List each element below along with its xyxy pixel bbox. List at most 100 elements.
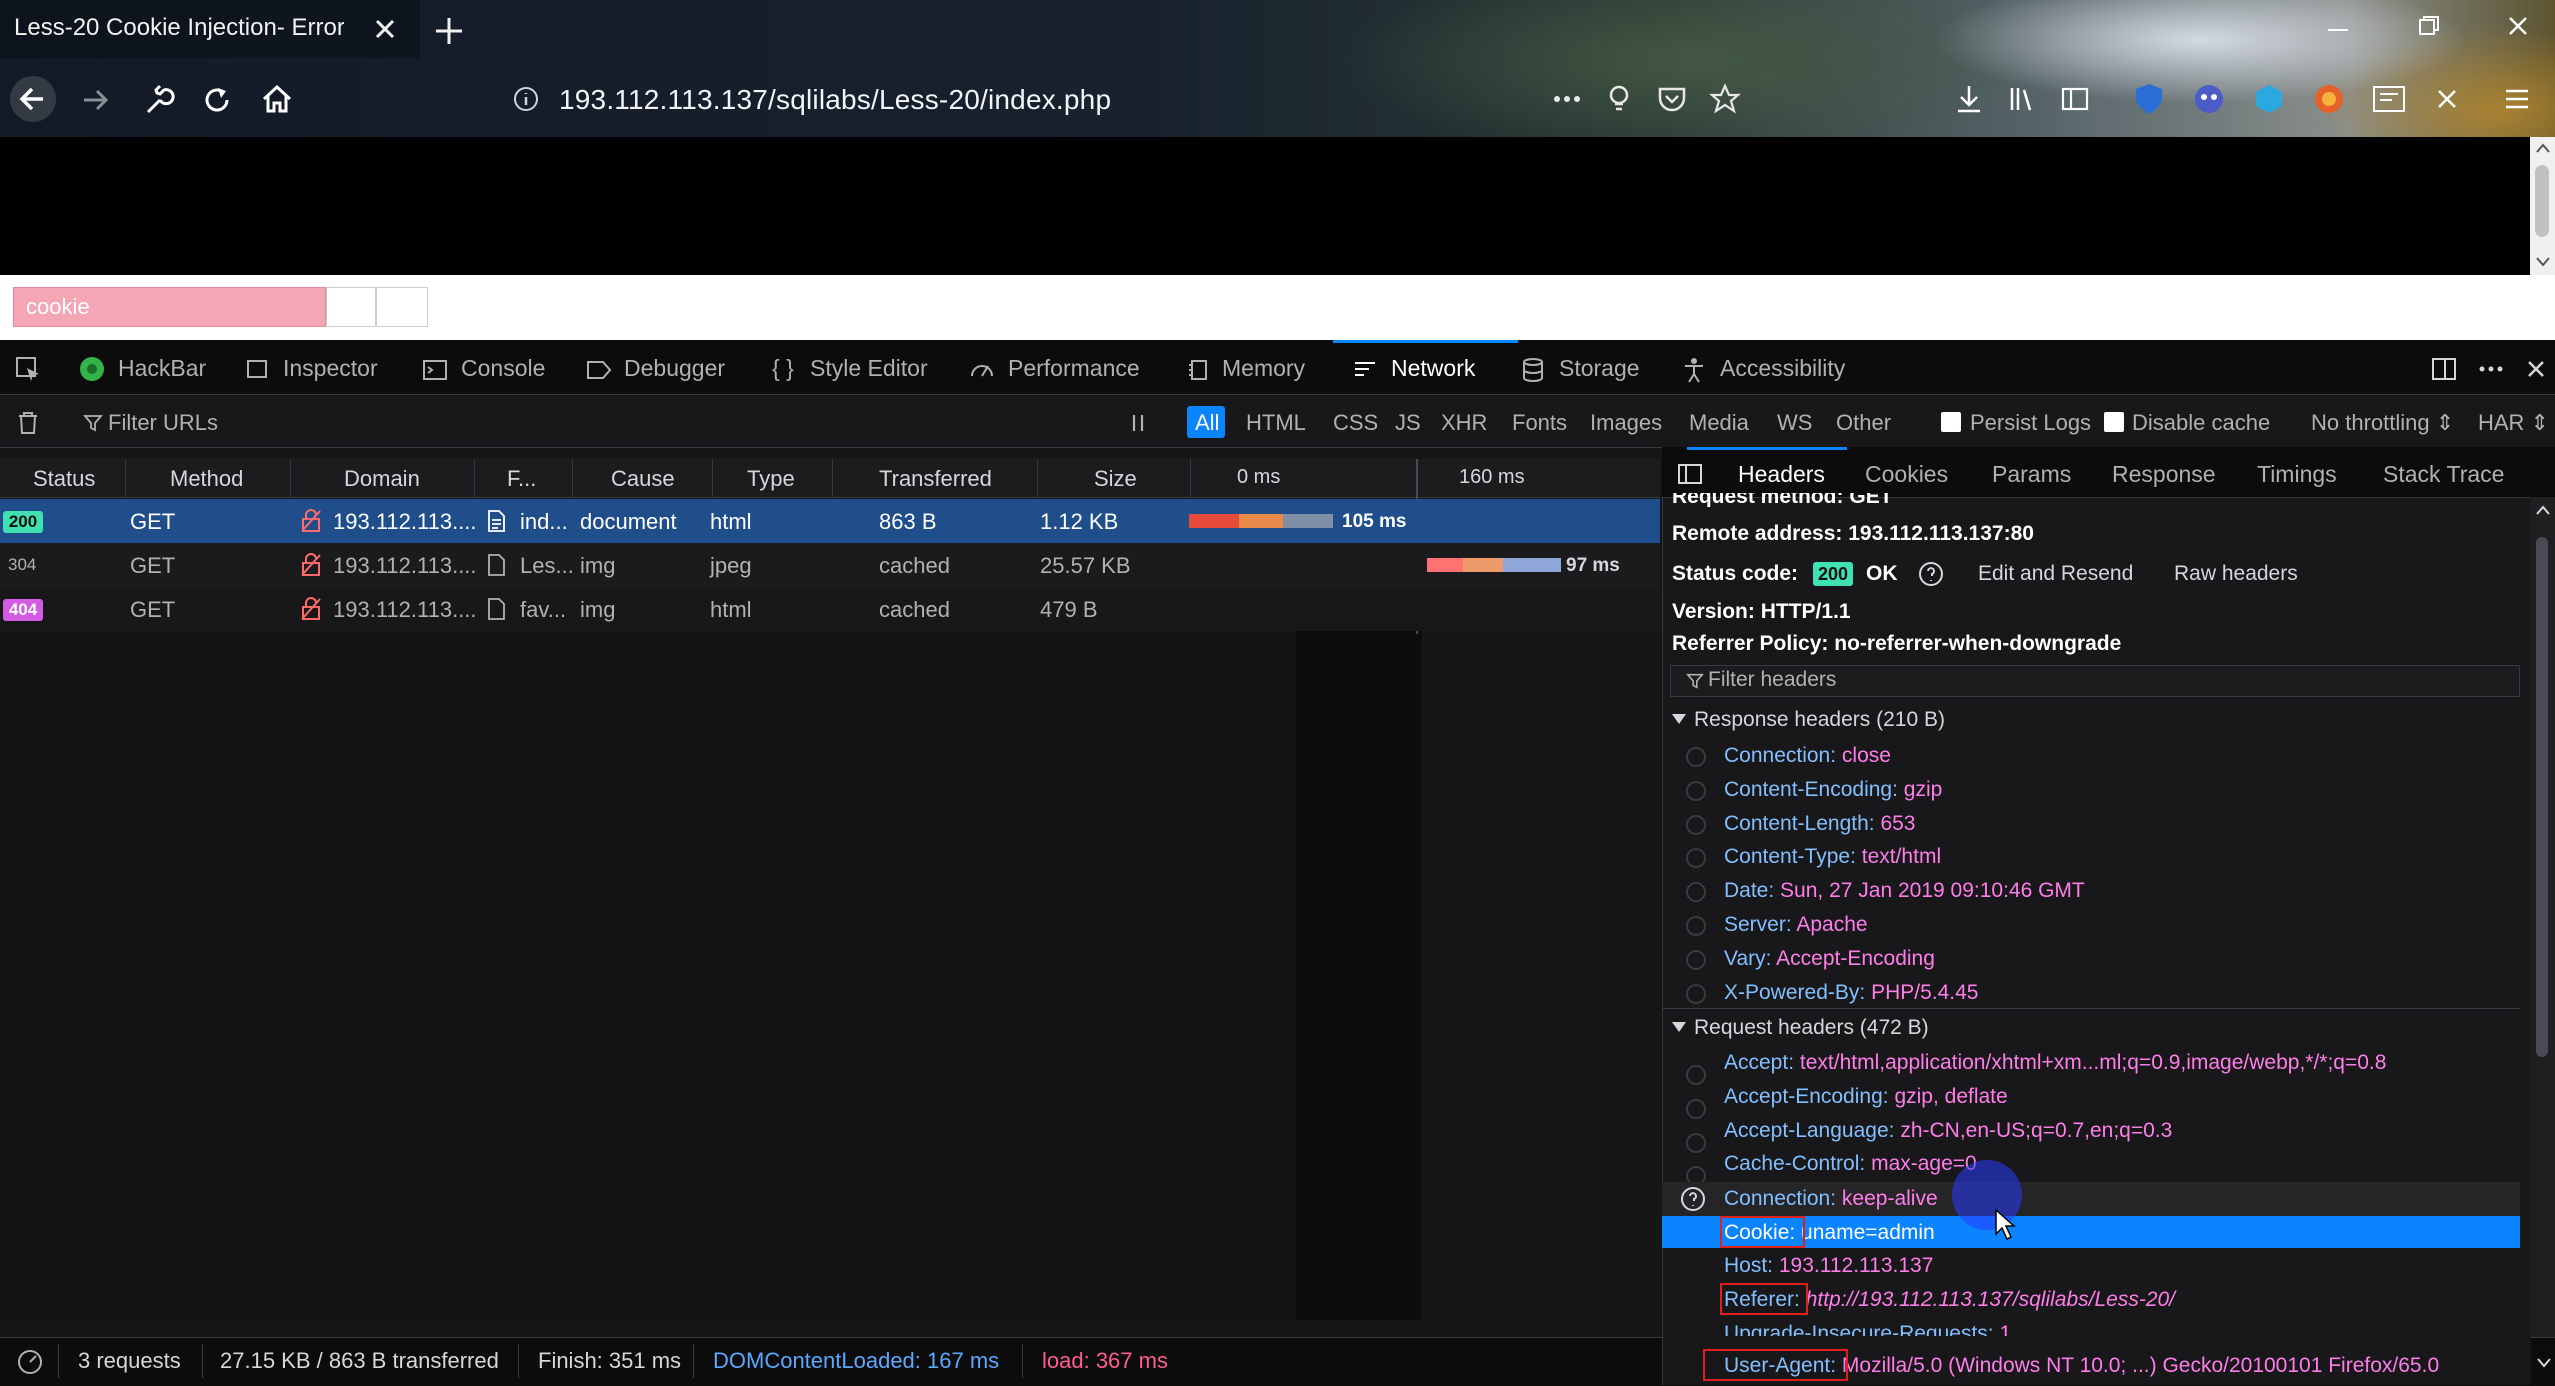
scroll-down-icon[interactable] — [2536, 1356, 2552, 1370]
tab-memory[interactable]: Memory — [1222, 355, 1305, 382]
hackbar-button[interactable] — [376, 287, 428, 327]
info-icon[interactable] — [1686, 1099, 1706, 1119]
close-devtools-icon[interactable] — [2522, 355, 2550, 383]
response-headers-title[interactable]: Response headers (210 B) — [1694, 708, 1945, 732]
back-button[interactable] — [8, 74, 58, 124]
reload-icon[interactable] — [199, 82, 235, 118]
col-transferred[interactable]: Transferred — [879, 466, 992, 492]
collapse-triangle-icon[interactable] — [1671, 1020, 1687, 1034]
dock-icon[interactable] — [2430, 355, 2458, 383]
page-scrollbar[interactable] — [2530, 137, 2555, 275]
tab-performance[interactable]: Performance — [1008, 355, 1140, 382]
lightbulb-icon[interactable] — [1602, 82, 1636, 116]
filter-css[interactable]: CSS — [1333, 410, 1378, 436]
tab-accessibility[interactable]: Accessibility — [1720, 355, 1845, 382]
col-domain[interactable]: Domain — [344, 466, 420, 492]
performance-analysis-icon[interactable] — [16, 1348, 44, 1376]
info-icon[interactable] — [1686, 882, 1706, 902]
browser-tab[interactable]: Less-20 Cookie Injection- Error B — [0, 0, 420, 58]
details-scroll-thumb[interactable] — [2536, 537, 2548, 1057]
home-icon[interactable] — [258, 80, 296, 118]
pause-icon[interactable] — [1128, 412, 1148, 434]
info-icon[interactable] — [1686, 781, 1706, 801]
info-icon[interactable] — [1686, 950, 1706, 970]
edit-and-resend-button[interactable]: Edit and Resend — [1978, 562, 2133, 586]
extension-shield-icon[interactable] — [2130, 80, 2168, 118]
col-cause[interactable]: Cause — [611, 466, 675, 492]
toggle-panel-icon[interactable] — [1677, 462, 1703, 486]
extension-ghost-icon[interactable] — [2190, 80, 2228, 118]
download-icon[interactable] — [1952, 82, 1986, 116]
tab-inspector[interactable]: Inspector — [283, 355, 378, 382]
more-options-icon[interactable] — [2476, 355, 2506, 383]
col-size[interactable]: Size — [1094, 466, 1137, 492]
extension-text-icon[interactable] — [2370, 82, 2408, 116]
info-icon[interactable] — [1686, 747, 1706, 767]
disable-cache-checkbox[interactable] — [2104, 412, 2124, 432]
page-scroll-thumb[interactable] — [2535, 165, 2549, 237]
request-headers-title[interactable]: Request headers (472 B) — [1694, 1016, 1929, 1040]
scroll-up-icon[interactable] — [2535, 503, 2551, 517]
col-file[interactable]: F... — [507, 466, 536, 492]
tab-cookies[interactable]: Cookies — [1865, 461, 1948, 488]
menu-icon[interactable] — [2500, 82, 2534, 116]
maximize-icon[interactable] — [2410, 12, 2446, 42]
info-icon[interactable] — [1686, 1133, 1706, 1153]
filter-all[interactable]: All — [1195, 410, 1219, 436]
wrench-icon[interactable] — [140, 82, 176, 118]
info-icon[interactable] — [1686, 1065, 1706, 1085]
tab-timings[interactable]: Timings — [2257, 461, 2337, 488]
minimize-icon[interactable] — [2320, 12, 2356, 42]
pocket-icon[interactable] — [1655, 82, 1689, 116]
window-close-icon[interactable] — [2500, 12, 2536, 42]
col-status[interactable]: Status — [33, 466, 95, 492]
collapse-triangle-icon[interactable] — [1671, 712, 1687, 726]
tab-hackbar[interactable]: HackBar — [118, 355, 206, 382]
tab-style-editor[interactable]: Style Editor — [810, 355, 928, 382]
info-icon[interactable] — [1686, 916, 1706, 936]
throttling-select[interactable]: No throttling ⇕ — [2311, 410, 2454, 436]
filter-xhr[interactable]: XHR — [1441, 410, 1487, 436]
element-picker-icon[interactable] — [14, 355, 42, 383]
extension-settings-icon[interactable] — [2430, 82, 2464, 116]
persist-logs-checkbox[interactable] — [1941, 412, 1961, 432]
scroll-up-icon[interactable] — [2535, 141, 2551, 155]
page-actions-icon[interactable] — [1550, 84, 1584, 114]
filter-html[interactable]: HTML — [1246, 410, 1306, 436]
filter-other[interactable]: Other — [1836, 410, 1891, 436]
extension-cube-icon[interactable] — [2250, 80, 2288, 118]
filter-images[interactable]: Images — [1590, 410, 1662, 436]
tab-network[interactable]: Network — [1391, 355, 1475, 382]
col-type[interactable]: Type — [747, 466, 795, 492]
hackbar-button[interactable] — [326, 287, 376, 327]
close-tab-icon[interactable] — [370, 14, 400, 44]
extension-fox-icon[interactable] — [2310, 80, 2348, 118]
info-icon[interactable] — [1686, 815, 1706, 835]
library-icon[interactable] — [2005, 82, 2039, 116]
tab-stack-trace[interactable]: Stack Trace — [2383, 461, 2504, 488]
help-icon[interactable] — [1918, 561, 1944, 587]
tab-params[interactable]: Params — [1992, 461, 2071, 488]
scroll-down-icon[interactable] — [2535, 255, 2551, 269]
filter-fonts[interactable]: Fonts — [1512, 410, 1567, 436]
info-icon[interactable] — [1686, 848, 1706, 868]
sidebar-icon[interactable] — [2058, 82, 2092, 116]
filter-urls-input[interactable]: Filter URLs — [108, 410, 218, 436]
new-tab-icon[interactable] — [432, 14, 466, 48]
tab-debugger[interactable]: Debugger — [624, 355, 725, 382]
filter-media[interactable]: Media — [1689, 410, 1749, 436]
details-scrollbar[interactable] — [2530, 497, 2555, 1337]
table-row[interactable]: 200 GET 193.112.113.... ind... document … — [0, 499, 1660, 543]
filter-js[interactable]: JS — [1395, 410, 1421, 436]
help-icon[interactable] — [1680, 1186, 1706, 1212]
info-icon[interactable] — [1686, 984, 1706, 1004]
bookmark-star-icon[interactable] — [1708, 82, 1742, 116]
table-row[interactable]: 404 GET 193.112.113.... fav... img html … — [0, 587, 1660, 631]
tab-headers[interactable]: Headers — [1738, 461, 1825, 488]
tab-storage[interactable]: Storage — [1559, 355, 1640, 382]
filter-ws[interactable]: WS — [1777, 410, 1812, 436]
table-row[interactable]: 304 GET 193.112.113.... Les... img jpeg … — [0, 543, 1660, 587]
forward-button[interactable] — [78, 82, 114, 118]
site-info-icon[interactable] — [512, 85, 540, 113]
hackbar-input[interactable]: cookie — [13, 287, 326, 327]
